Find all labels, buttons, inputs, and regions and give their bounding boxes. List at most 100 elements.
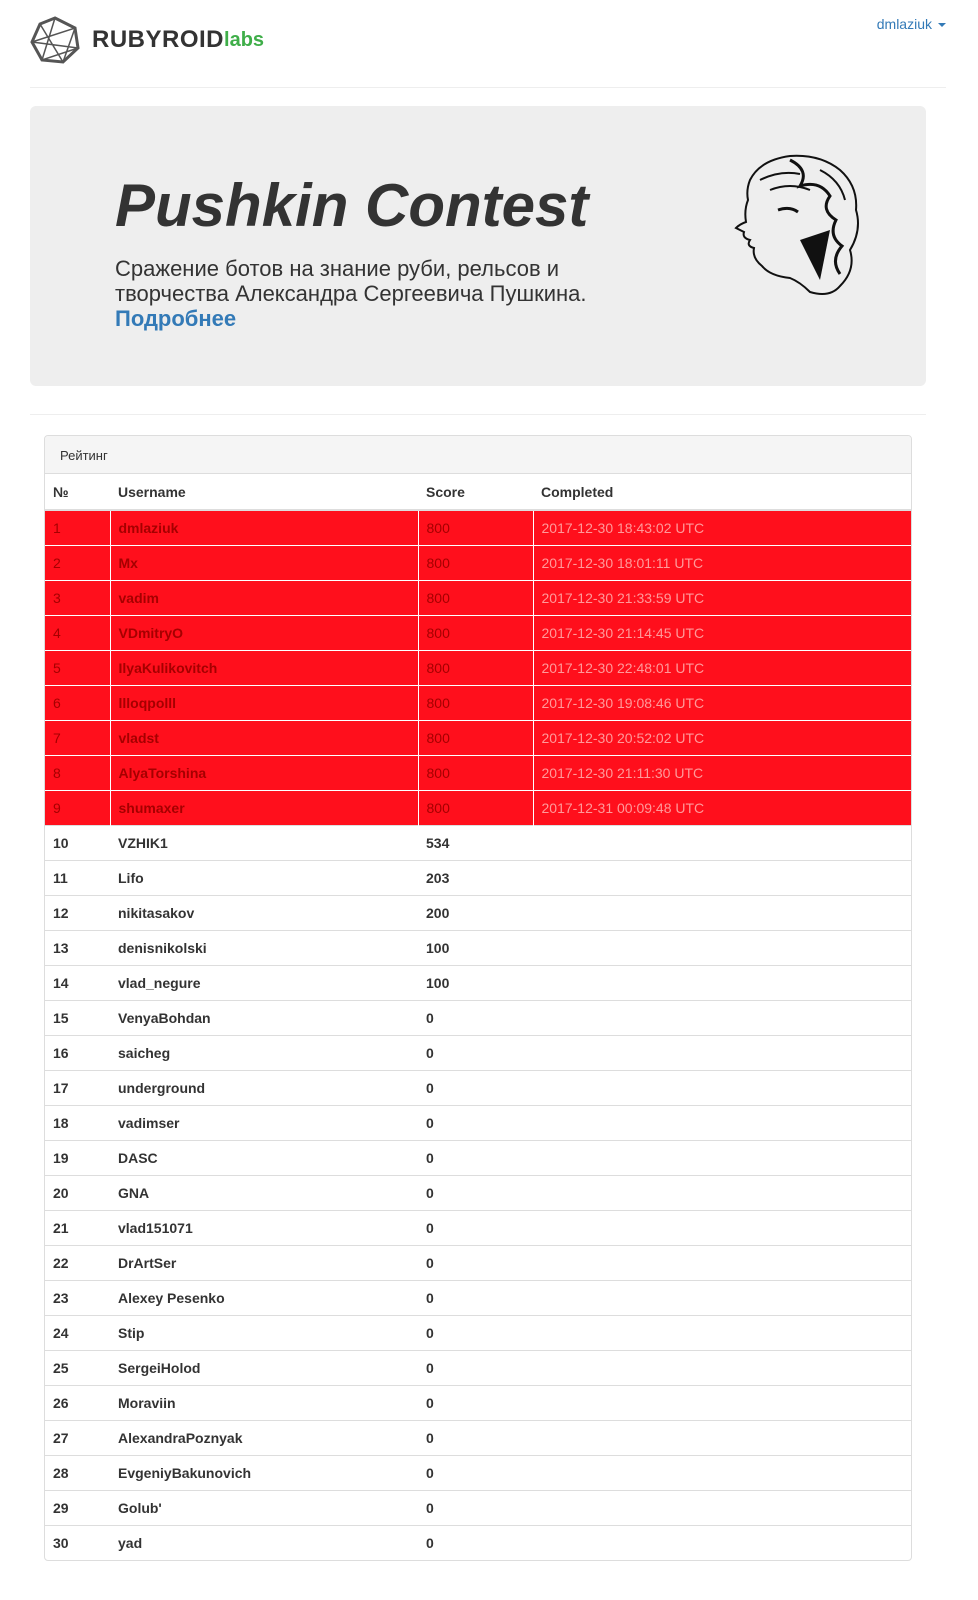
table-row: 29 Golub' 0 xyxy=(45,1489,911,1525)
score-cell: 0 xyxy=(418,1524,533,1560)
rubyroid-logo[interactable]: RUBYROID labs xyxy=(30,16,264,64)
score-cell: 100 xyxy=(418,929,533,965)
user-menu-dropdown[interactable]: dmlaziuk xyxy=(877,16,946,32)
completed-cell xyxy=(533,1489,911,1525)
score-cell: 0 xyxy=(418,1419,533,1455)
table-row: 4 VDmitryO 800 2017-12-30 21:14:45 UTC xyxy=(45,614,911,650)
completed-cell xyxy=(533,929,911,965)
completed-cell: 2017-12-30 18:43:02 UTC xyxy=(533,509,911,545)
completed-cell xyxy=(533,1174,911,1210)
username-cell: vladst xyxy=(110,719,419,755)
contest-description-text: Сражение ботов на знание руби, рельсов и… xyxy=(115,256,587,306)
username-cell: DASC xyxy=(110,1139,418,1175)
rank-cell: 29 xyxy=(45,1489,110,1525)
brand-suffix: labs xyxy=(224,28,265,51)
rating-table-body: 1 dmlaziuk 800 2017-12-30 18:43:02 UTC 2 Mx 80… xyxy=(45,509,911,1560)
username-cell: yad xyxy=(110,1524,418,1560)
rank-cell: 18 xyxy=(45,1104,110,1140)
contest-description: Сражение ботов на знание руби, рельсов и… xyxy=(115,256,675,331)
completed-cell xyxy=(533,1209,911,1245)
table-row: 8 AlyaTorshina 800 2017-12-30 21:11:30 UTC xyxy=(45,754,911,790)
completed-cell xyxy=(533,1034,911,1070)
username-cell: AlyaTorshina xyxy=(110,754,419,790)
score-cell: 0 xyxy=(418,1069,533,1105)
score-cell: 100 xyxy=(418,964,533,1000)
username-cell: Golub' xyxy=(110,1489,418,1525)
username-cell: vlad151071 xyxy=(110,1209,418,1245)
rank-cell: 6 xyxy=(45,684,111,720)
rating-heading: Рейтинг xyxy=(45,436,911,474)
completed-cell xyxy=(533,1454,911,1490)
username-cell: VZHIK1 xyxy=(110,824,418,860)
completed-cell xyxy=(533,859,911,895)
table-row: 26 Moraviin 0 xyxy=(45,1384,911,1420)
column-header-username: Username xyxy=(110,474,418,511)
username-cell: dmlaziuk xyxy=(110,509,419,545)
score-cell: 0 xyxy=(418,1209,533,1245)
table-row: 9 shumaxer 800 2017-12-31 00:09:48 UTC xyxy=(45,789,911,825)
table-row: 22 DrArtSer 0 xyxy=(45,1244,911,1280)
score-cell: 0 xyxy=(418,1034,533,1070)
rank-cell: 5 xyxy=(45,649,111,685)
score-cell: 0 xyxy=(418,1349,533,1385)
table-row: 16 saicheg 0 xyxy=(45,1034,911,1070)
column-header-score: Score xyxy=(418,474,533,511)
rank-cell: 25 xyxy=(45,1349,110,1385)
table-header-row: № Username Score Completed xyxy=(45,474,911,511)
table-row: 23 Alexey Pesenko 0 xyxy=(45,1279,911,1315)
table-row: 3 vadim 800 2017-12-30 21:33:59 UTC xyxy=(45,579,911,615)
completed-cell xyxy=(533,1069,911,1105)
username-cell: vadimser xyxy=(110,1104,418,1140)
rank-cell: 7 xyxy=(45,719,111,755)
username-cell: nikitasakov xyxy=(110,894,418,930)
username-cell: DrArtSer xyxy=(110,1244,418,1280)
completed-cell xyxy=(533,1244,911,1280)
rank-cell: 27 xyxy=(45,1419,110,1455)
rank-cell: 13 xyxy=(45,929,110,965)
completed-cell xyxy=(533,824,911,860)
username-cell: Lifo xyxy=(110,859,418,895)
pushkin-portrait-icon xyxy=(734,154,859,295)
score-cell: 0 xyxy=(418,1279,533,1315)
completed-cell xyxy=(533,999,911,1035)
score-cell: 800 xyxy=(418,754,534,790)
rank-cell: 11 xyxy=(45,859,110,895)
username-cell: llloqpolll xyxy=(110,684,419,720)
rank-cell: 22 xyxy=(45,1244,110,1280)
table-row: 11 Lifo 203 xyxy=(45,859,911,895)
rank-cell: 8 xyxy=(45,754,111,790)
username-cell: VDmitryO xyxy=(110,614,419,650)
score-cell: 200 xyxy=(418,894,533,930)
username-cell: underground xyxy=(110,1069,418,1105)
rank-cell: 26 xyxy=(45,1384,110,1420)
more-info-link[interactable]: Подробнее xyxy=(115,306,675,331)
score-cell: 800 xyxy=(418,684,534,720)
completed-cell xyxy=(533,1104,911,1140)
rank-cell: 20 xyxy=(45,1174,110,1210)
score-cell: 0 xyxy=(418,1139,533,1175)
username-cell: SergeiHolod xyxy=(110,1349,418,1385)
table-row: 27 AlexandraPoznyak 0 xyxy=(45,1419,911,1455)
rank-cell: 19 xyxy=(45,1139,110,1175)
username-cell: VenyaBohdan xyxy=(110,999,418,1035)
contest-banner: Pushkin Contest Сражение ботов на знание… xyxy=(30,106,926,386)
rank-cell: 17 xyxy=(45,1069,110,1105)
table-row: 15 VenyaBohdan 0 xyxy=(45,999,911,1035)
completed-cell xyxy=(533,964,911,1000)
rank-cell: 23 xyxy=(45,1279,110,1315)
completed-cell: 2017-12-30 22:48:01 UTC xyxy=(533,649,911,685)
completed-cell xyxy=(533,1139,911,1175)
table-row: 14 vlad_negure 100 xyxy=(45,964,911,1000)
caret-down-icon xyxy=(938,23,946,27)
score-cell: 203 xyxy=(418,859,533,895)
table-row: 2 Mx 800 2017-12-30 18:01:11 UTC xyxy=(45,544,911,580)
rank-cell: 15 xyxy=(45,999,110,1035)
completed-cell xyxy=(533,1349,911,1385)
table-row: 12 nikitasakov 200 xyxy=(45,894,911,930)
column-header-completed: Completed xyxy=(533,474,911,511)
rating-table: № Username Score Completed 1 dmlaziuk 800 2… xyxy=(45,474,911,1560)
score-cell: 800 xyxy=(418,579,534,615)
table-row: 10 VZHIK1 534 xyxy=(45,824,911,860)
completed-cell: 2017-12-31 00:09:48 UTC xyxy=(533,789,911,825)
completed-cell: 2017-12-30 21:14:45 UTC xyxy=(533,614,911,650)
